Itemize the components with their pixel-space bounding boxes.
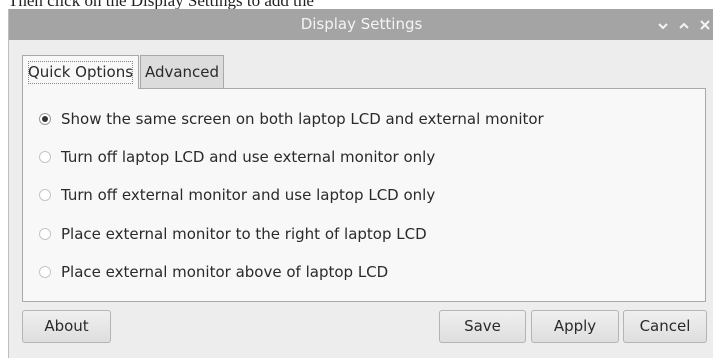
about-button[interactable]: About	[22, 310, 111, 343]
radio-button[interactable]	[39, 228, 51, 240]
tab-focus-ring	[28, 61, 133, 84]
radio-option-label: Turn off external monitor and use laptop…	[61, 186, 436, 204]
radio-option-external-right[interactable]: Place external monitor to the right of l…	[39, 223, 427, 245]
minimize-button[interactable]	[654, 15, 672, 33]
close-button[interactable]	[696, 15, 713, 33]
radio-button-selected[interactable]	[39, 113, 51, 125]
title-bar[interactable]: Display Settings	[9, 9, 713, 40]
tab-label: Advanced	[144, 63, 220, 81]
radio-button[interactable]	[39, 189, 51, 201]
save-button[interactable]: Save	[439, 310, 526, 343]
radio-option-external-only[interactable]: Turn off laptop LCD and use external mon…	[39, 146, 435, 168]
radio-option-label: Place external monitor above of laptop L…	[61, 263, 389, 281]
cancel-button[interactable]: Cancel	[623, 310, 707, 343]
display-settings-window: Display Settings Quick Options Advanced …	[8, 9, 713, 358]
window-title: Display Settings	[300, 15, 423, 33]
tab-advanced[interactable]: Advanced	[140, 55, 224, 88]
chevron-down-icon	[658, 15, 668, 34]
radio-button[interactable]	[39, 151, 51, 163]
radio-option-external-above[interactable]: Place external monitor above of laptop L…	[39, 261, 388, 283]
maximize-button[interactable]	[675, 15, 693, 33]
radio-button[interactable]	[39, 266, 51, 278]
radio-option-label: Place external monitor to the right of l…	[61, 225, 427, 243]
radio-option-laptop-only[interactable]: Turn off external monitor and use laptop…	[39, 184, 435, 206]
radio-option-label: Turn off laptop LCD and use external mon…	[61, 148, 436, 166]
radio-option-label: Show the same screen on both laptop LCD …	[61, 110, 544, 128]
tab-quick-options[interactable]: Quick Options	[22, 55, 139, 89]
chevron-up-icon	[679, 15, 689, 34]
radio-option-same-screen[interactable]: Show the same screen on both laptop LCD …	[39, 108, 544, 130]
close-icon	[700, 15, 710, 34]
quick-options-panel: Show the same screen on both laptop LCD …	[22, 88, 706, 302]
apply-button[interactable]: Apply	[531, 310, 619, 343]
